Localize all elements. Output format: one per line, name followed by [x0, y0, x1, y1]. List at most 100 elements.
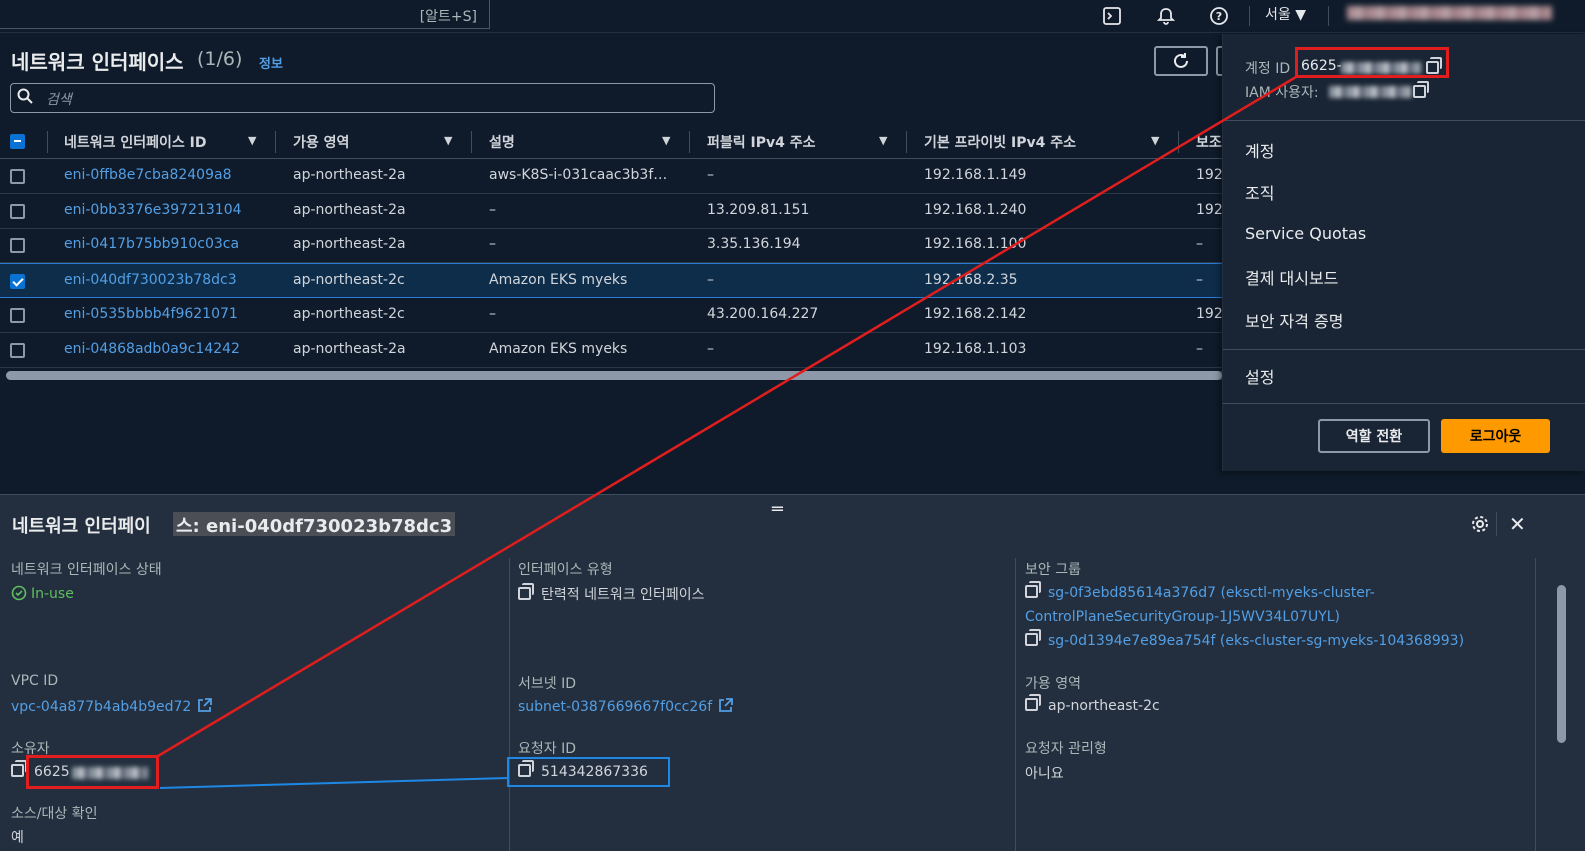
split-panel-drag-handle[interactable]: ═ — [772, 499, 783, 520]
menu-item-settings[interactable]: 설정 — [1245, 364, 1274, 388]
security-groups-label: 보안 그룹 — [1025, 562, 1081, 578]
search-input[interactable] — [10, 83, 715, 113]
column-divider — [1535, 558, 1536, 851]
account-dropdown-menu: 계정 ID 6625- IAM 사용자: 계정 조직 Service Quota… — [1222, 34, 1585, 471]
copy-icon[interactable] — [1413, 81, 1436, 101]
region-selector[interactable]: 서울 ▼ — [1265, 4, 1306, 24]
table-row[interactable]: eni-0bb3376e397213104 ap-northeast-2a – 13.… — [0, 194, 1230, 229]
cell-extra: – — [1196, 272, 1203, 289]
sort-icon[interactable]: ▼ — [1151, 134, 1159, 147]
status-value: In-use — [11, 585, 74, 602]
sort-icon[interactable]: ▼ — [444, 134, 452, 147]
row-checkbox[interactable] — [10, 342, 25, 358]
cell-private-ip: 192.168.2.35 — [924, 272, 1018, 289]
subnet-id-link[interactable]: subnet-0387669667f0cc26f — [518, 698, 734, 715]
menu-item-organization[interactable]: 조직 — [1245, 180, 1274, 204]
cell-az: ap-northeast-2c — [293, 272, 405, 289]
vpc-id-label: VPC ID — [11, 673, 59, 689]
svg-text:?: ? — [1216, 10, 1222, 23]
subnet-id-label: 서브넷 ID — [518, 676, 576, 692]
source-dest-check-value: 예 — [11, 830, 24, 846]
security-group-link-1[interactable]: sg-0f3ebd85614a376d7 (eksctl-myeks-clust… — [1025, 581, 1375, 601]
sort-icon[interactable]: ▼ — [879, 134, 887, 147]
global-search-box[interactable]: [알트+S] — [0, 0, 490, 29]
refresh-button[interactable] — [1154, 46, 1208, 76]
row-checkbox[interactable] — [10, 169, 25, 184]
column-header-id[interactable]: 네트워크 인터페이스 ID — [64, 132, 207, 152]
column-header-description[interactable]: 설명 — [489, 132, 515, 152]
menu-item-service-quotas[interactable]: Service Quotas — [1245, 224, 1366, 243]
iam-user-redacted — [1329, 86, 1411, 98]
security-group-link-2[interactable]: sg-0d1394e7e89ea754f (eks-cluster-sg-mye… — [1025, 629, 1464, 649]
sort-icon[interactable]: ▼ — [662, 134, 670, 147]
select-all-checkbox[interactable] — [10, 134, 25, 149]
security-group-link-1-cont[interactable]: ControlPlaneSecurityGroup-1J5WV34L07UYL) — [1025, 609, 1340, 625]
copy-icon[interactable] — [1025, 694, 1041, 711]
menu-item-account[interactable]: 계정 — [1245, 138, 1274, 162]
copy-icon[interactable] — [1025, 581, 1041, 598]
cell-desc: – — [489, 236, 496, 253]
menu-item-billing-dashboard[interactable]: 결제 대시보드 — [1245, 265, 1338, 289]
info-link[interactable]: 정보 — [259, 53, 283, 72]
column-header-az[interactable]: 가용 영역 — [293, 132, 349, 152]
column-header-public-ip[interactable]: 퍼블릭 IPv4 주소 — [707, 132, 816, 152]
table-row[interactable]: eni-0ffb8e7cba82409a8 ap-northeast-2a aws-… — [0, 159, 1230, 194]
account-menu-trigger-blurred[interactable] — [1347, 6, 1552, 20]
cell-id[interactable]: eni-0535bbbb4f9621071 — [64, 306, 238, 322]
requester-managed-value: 아니요 — [1025, 766, 1064, 782]
annotation-red-box-owner — [26, 755, 159, 789]
column-header-secondary[interactable]: 보조 — [1196, 132, 1222, 152]
cell-az: ap-northeast-2c — [293, 305, 405, 322]
detail-panel — [0, 494, 1585, 851]
cell-id[interactable]: eni-0bb3376e397213104 — [64, 202, 242, 218]
header-divider — [1496, 512, 1497, 536]
cell-public-ip: 3.35.136.194 — [707, 236, 801, 253]
horizontal-scrollbar-thumb[interactable] — [6, 371, 1222, 380]
cell-private-ip: 192.168.1.240 — [924, 201, 1027, 218]
account-id-label: 계정 ID — [1245, 61, 1291, 77]
cell-id[interactable]: eni-0417b75bb910c03ca — [64, 236, 239, 252]
cell-az: ap-northeast-2a — [293, 201, 406, 218]
interface-type-label: 인터페이스 유형 — [518, 562, 613, 578]
menu-item-security-credentials[interactable]: 보안 자격 증명 — [1245, 308, 1344, 332]
copy-icon[interactable] — [11, 760, 27, 777]
cell-extra: – — [1196, 340, 1203, 357]
close-icon[interactable]: ✕ — [1509, 512, 1526, 536]
cell-private-ip: 192.168.1.103 — [924, 340, 1027, 357]
cell-id[interactable]: eni-0ffb8e7cba82409a8 — [64, 167, 231, 183]
gear-icon[interactable] — [1470, 514, 1490, 538]
table-row[interactable]: eni-04868adb0a9c14242 ap-northeast-2a Amaz… — [0, 333, 1230, 368]
cell-extra: – — [1196, 236, 1203, 253]
sort-icon[interactable]: ▼ — [248, 134, 256, 147]
cell-desc: Amazon EKS myeks — [489, 340, 628, 357]
cloudshell-icon[interactable] — [1100, 4, 1124, 28]
vpc-id-link[interactable]: vpc-04a877b4ab4b9ed72 — [11, 698, 213, 715]
annotation-blue-box-requester — [507, 757, 670, 787]
table-row[interactable]: eni-040df730023b78dc3 ap-northeast-2c Amaz… — [0, 263, 1230, 299]
detail-title-highlighted: 스: eni-040df730023b78dc3 — [173, 512, 456, 537]
external-link-icon — [718, 698, 734, 715]
az-value: ap-northeast-2c — [1025, 694, 1160, 714]
cell-extra: 192 — [1196, 305, 1223, 322]
column-header-private-ip[interactable]: 기본 프라이빗 IPv4 주소 — [924, 132, 1076, 152]
table-row[interactable]: eni-0535bbbb4f9621071 ap-northeast-2c – 43.… — [0, 298, 1230, 333]
row-checkbox[interactable] — [10, 274, 25, 290]
logout-button[interactable]: 로그아웃 — [1441, 419, 1550, 453]
cell-id[interactable]: eni-04868adb0a9c14242 — [64, 341, 240, 357]
vertical-scrollbar-thumb[interactable] — [1557, 585, 1566, 743]
cell-id[interactable]: eni-040df730023b78dc3 — [64, 272, 237, 288]
search-icon — [17, 88, 33, 108]
cell-desc: Amazon EKS myeks — [489, 272, 628, 289]
row-checkbox[interactable] — [10, 307, 25, 323]
copy-icon[interactable] — [1025, 629, 1041, 646]
bell-icon[interactable] — [1154, 4, 1178, 28]
help-icon[interactable]: ? — [1207, 4, 1231, 28]
copy-icon[interactable] — [518, 583, 534, 600]
cell-private-ip: 192.168.2.142 — [924, 305, 1027, 322]
row-checkbox[interactable] — [10, 203, 25, 219]
table-row[interactable]: eni-0417b75bb910c03ca ap-northeast-2a – 3.3… — [0, 228, 1230, 264]
row-checkbox[interactable] — [10, 238, 25, 254]
cell-public-ip: 13.209.81.151 — [707, 201, 810, 218]
switch-role-button[interactable]: 역할 전환 — [1318, 419, 1430, 453]
cell-public-ip: – — [707, 167, 714, 183]
